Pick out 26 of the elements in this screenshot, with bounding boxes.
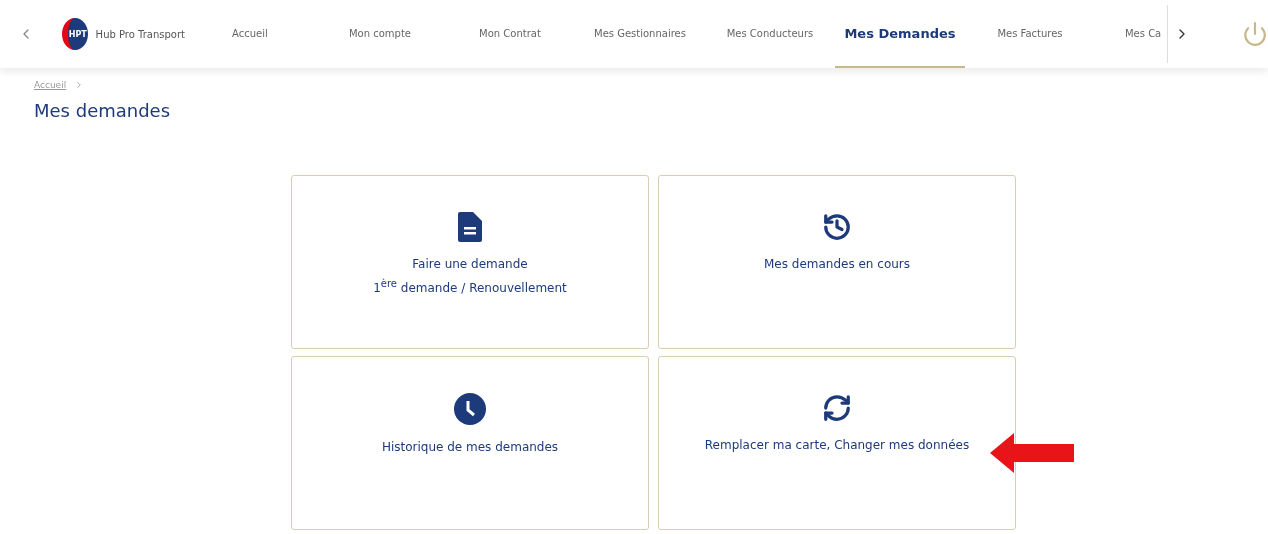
nav-tab[interactable]: Mes Demandes: [834, 0, 965, 68]
menu-card[interactable]: Remplacer ma carte, Changer mes données: [658, 356, 1016, 530]
power-icon: [1242, 21, 1268, 47]
clock-icon: [454, 393, 486, 425]
card-label: Faire une demande: [412, 256, 528, 273]
power-button[interactable]: [1242, 21, 1268, 47]
nav-tab[interactable]: Mon compte: [314, 0, 445, 68]
menu-card[interactable]: Mes demandes en cours: [658, 175, 1016, 349]
nav-tab[interactable]: Mes Conducteurs: [704, 0, 835, 68]
nav-tab[interactable]: Accueil: [184, 0, 315, 68]
card-label: 1$^{ère}$ demande / Renouvellement: [373, 277, 567, 297]
card-label: Historique de mes demandes: [381, 439, 559, 456]
history-icon: [822, 212, 852, 242]
brand-name[interactable]: Hub Pro Transport: [95, 28, 185, 40]
page-title: Mes demandes: [34, 100, 172, 121]
menu-card[interactable]: Historique de mes demandes: [291, 356, 649, 530]
nav-tab[interactable]: Mes Ca: [1094, 0, 1162, 68]
document-icon: [458, 212, 482, 242]
card-label: Remplacer ma carte, Changer mes données: [704, 437, 970, 454]
logo: HPT: [62, 18, 88, 50]
refresh-icon: [822, 393, 852, 423]
card-label: Mes demandes en cours: [763, 256, 911, 273]
nav-tab[interactable]: Mes Factures: [964, 0, 1095, 68]
nav-tab[interactable]: Mon Contrat: [444, 0, 575, 68]
menu-card[interactable]: Faire une demande 1$^{ère}$ demande / Renouvellement: [291, 175, 649, 349]
nav-tab[interactable]: Mes Gestionnaires: [574, 0, 705, 68]
